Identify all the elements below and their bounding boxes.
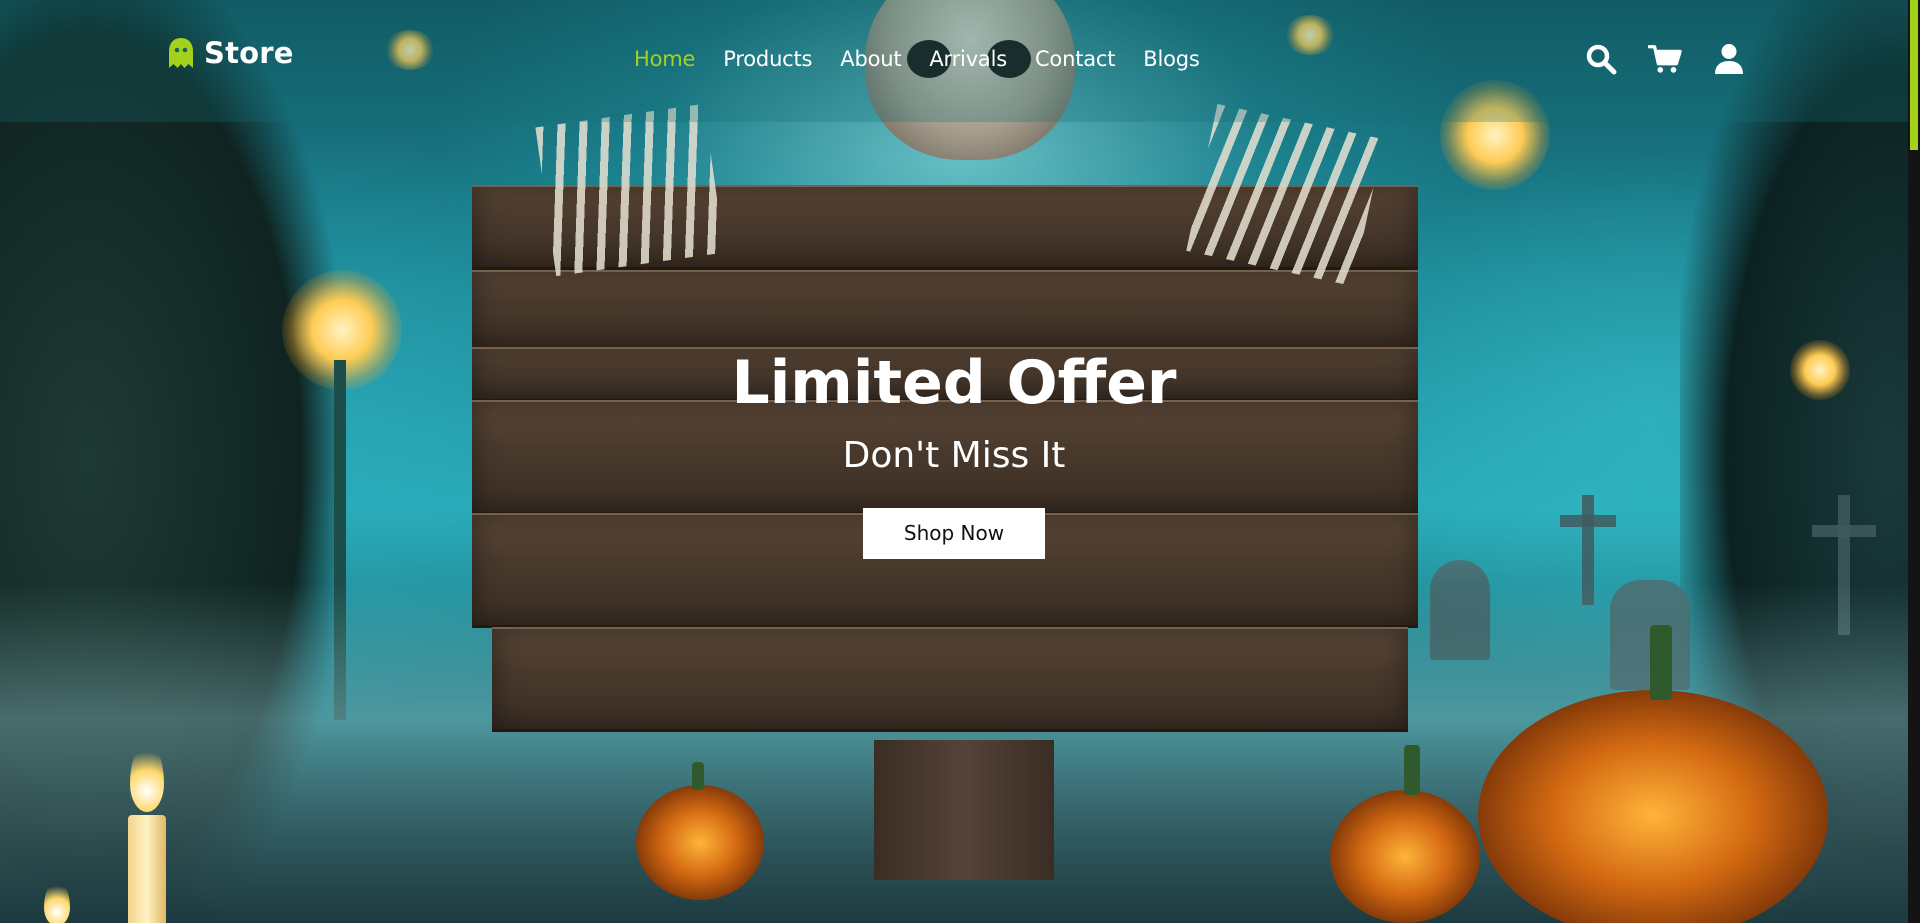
nav-arrivals[interactable]: Arrivals	[929, 47, 1007, 71]
jack-o-lantern	[636, 785, 764, 900]
jack-o-lantern	[1330, 790, 1480, 923]
nav-blogs[interactable]: Blogs	[1143, 47, 1200, 71]
sign-plank	[472, 270, 1418, 350]
scrollbar[interactable]	[1908, 0, 1920, 923]
nav-home[interactable]: Home	[634, 47, 695, 71]
hero-subtitle: Don't Miss It	[842, 435, 1066, 476]
site-header: Store Home Products About Arrivals Conta…	[0, 0, 1908, 122]
pumpkin-stem	[692, 762, 704, 790]
hero-title: Limited Offer	[731, 348, 1177, 418]
hero-section: Limited Offer Don't Miss It Shop Now	[0, 350, 1908, 559]
search-icon[interactable]	[1584, 42, 1618, 76]
pumpkin-stem	[1650, 625, 1672, 700]
brand-logo[interactable]: Store	[168, 36, 294, 70]
page: Store Home Products About Arrivals Conta…	[0, 0, 1920, 923]
nav-products[interactable]: Products	[723, 47, 812, 71]
shop-now-button[interactable]: Shop Now	[863, 507, 1045, 559]
user-icon[interactable]	[1712, 42, 1746, 76]
pumpkin-stem	[1404, 745, 1420, 795]
skeleton-hand-left	[535, 103, 725, 277]
cart-icon[interactable]	[1648, 42, 1682, 76]
nav-contact[interactable]: Contact	[1035, 47, 1116, 71]
brand-name: Store	[204, 36, 294, 70]
candle	[128, 815, 166, 923]
sign-plank	[492, 627, 1408, 732]
ghost-icon	[168, 37, 194, 69]
scrollbar-thumb[interactable]	[1910, 0, 1918, 150]
sign-post	[874, 740, 1054, 880]
jack-o-lantern	[1478, 690, 1828, 923]
main-nav: Home Products About Arrivals Contact Blo…	[634, 47, 1200, 71]
header-actions	[1584, 42, 1746, 76]
nav-about[interactable]: About	[840, 47, 901, 71]
